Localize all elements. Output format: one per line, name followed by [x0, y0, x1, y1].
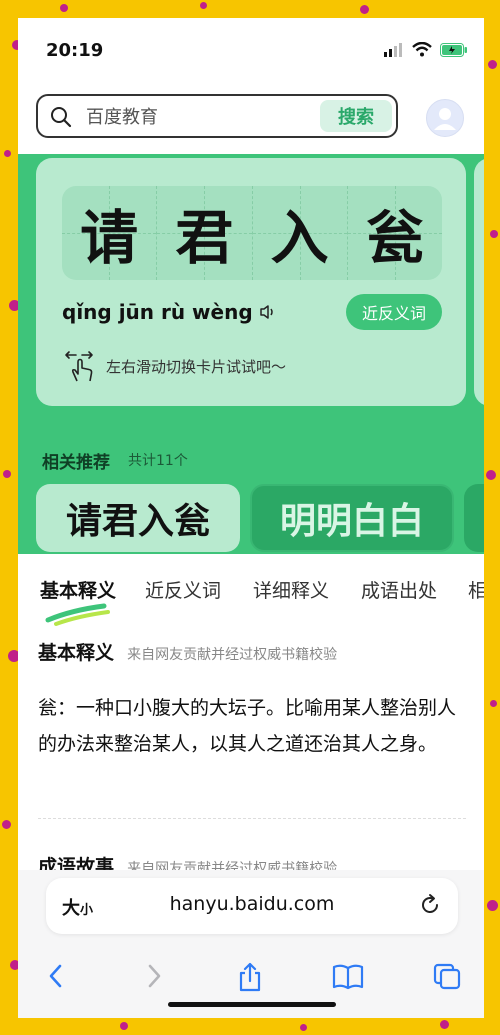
idiom-char: 入: [270, 204, 329, 272]
active-tab-underline: [45, 603, 110, 626]
swipe-hint: 左右滑动切换卡片试试吧～: [62, 348, 286, 384]
idiom-char: 请: [80, 204, 139, 272]
basic-meaning-header: 基本释义 来自网友贡献并经过权威书籍校验: [38, 638, 468, 665]
idiom-characters: 请 君 入 瓮: [62, 186, 443, 280]
pinyin: qǐng jūn rù wèng: [62, 300, 277, 324]
signal-icon: [384, 42, 402, 57]
pinyin-text: qǐng jūn rù wèng: [62, 300, 253, 324]
basic-meaning-source: 来自网友贡献并经过权威书籍校验: [127, 647, 338, 663]
wifi-icon: [412, 42, 432, 57]
home-indicator: [168, 1002, 336, 1007]
browser-toolbar: 大小 hanyu.baidu.com: [18, 870, 484, 1018]
avatar[interactable]: [426, 99, 464, 137]
section-divider: [38, 818, 466, 819]
swipe-hand-icon: [65, 351, 93, 382]
basic-meaning-title: 基本释义: [38, 642, 115, 664]
battery-icon: [440, 42, 467, 57]
tab-more[interactable]: 相: [468, 576, 484, 603]
address-bar[interactable]: 大小 hanyu.baidu.com: [46, 878, 458, 934]
status-icons: [384, 42, 468, 57]
bookmarks-icon[interactable]: [332, 962, 364, 990]
idiom-char-cell: 瓮: [346, 186, 443, 280]
idiom-char: 君: [175, 204, 234, 272]
next-card-peek[interactable]: [474, 158, 484, 406]
search-header: 搜索: [18, 86, 484, 154]
back-icon[interactable]: [44, 962, 68, 990]
search-icon: [51, 107, 72, 128]
swipe-hint-text: 左右滑动切换卡片试试吧～: [106, 357, 287, 376]
tab-basic[interactable]: 基本释义: [40, 576, 116, 603]
user-icon: [434, 108, 456, 130]
search-box[interactable]: 搜索: [36, 94, 398, 138]
synonyms-antonyms-button[interactable]: 近反义词: [346, 294, 442, 330]
idiom-char-cell: 君: [156, 186, 252, 280]
related-title: 相关推荐: [42, 453, 110, 473]
idiom-char-cell: 入: [251, 186, 348, 280]
tab-bar: 基本释义 近反义词 详细释义 成语出处 相: [18, 554, 484, 630]
url-text[interactable]: hanyu.baidu.com: [46, 893, 458, 915]
search-input[interactable]: [84, 104, 308, 130]
tabs-icon[interactable]: [432, 962, 462, 990]
forward-icon[interactable]: [142, 962, 166, 990]
tab-synonyms[interactable]: 近反义词: [145, 576, 221, 603]
related-item[interactable]: 请君入瓮: [36, 484, 240, 552]
idiom-hero: 请 君 入 瓮 qǐng jūn rù wèng 近反义词 左右滑动切换卡片试试…: [18, 154, 484, 554]
idiom-char-cell: 请: [62, 186, 157, 280]
search-button[interactable]: 搜索: [320, 100, 392, 132]
speaker-icon[interactable]: [259, 304, 277, 320]
basic-meaning-definition: 瓮：一种口小腹大的大坛子。比喻用某人整治别人的办法来整治某人，以其人之道还治其人…: [38, 697, 457, 755]
status-time: 20:19: [46, 40, 104, 61]
related-count: 共计11个: [128, 453, 188, 469]
share-icon[interactable]: [236, 962, 264, 992]
tab-detailed[interactable]: 详细释义: [253, 576, 329, 603]
related-item-peek[interactable]: [464, 484, 484, 552]
tab-origin[interactable]: 成语出处: [361, 576, 437, 603]
reload-icon[interactable]: [418, 893, 442, 917]
idiom-char: 瓮: [365, 204, 424, 272]
status-bar: 20:19: [18, 18, 484, 86]
phone-screen: 20:19 搜索 请 君 入 瓮 qǐng jūn rù wèng: [18, 18, 484, 1018]
idiom-card[interactable]: 请 君 入 瓮 qǐng jūn rù wèng 近反义词 左右滑动切换卡片试试…: [36, 158, 466, 406]
related-item[interactable]: 明明白白: [250, 484, 454, 552]
